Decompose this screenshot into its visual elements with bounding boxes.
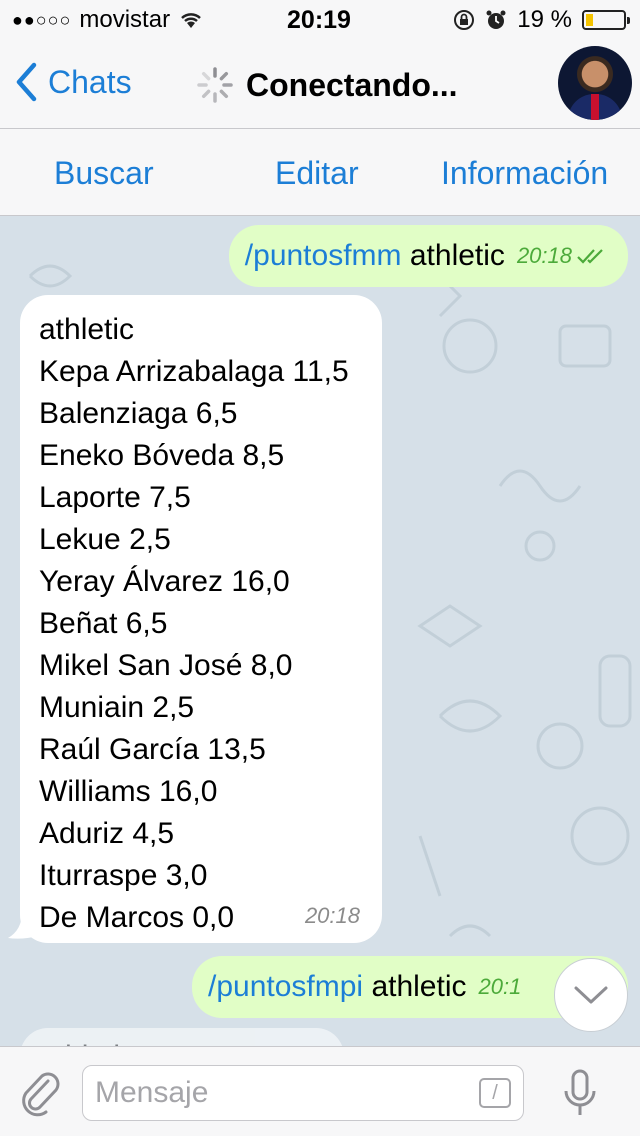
signal-strength-icon: ●●○○○: [12, 9, 72, 30]
navigation-bar: Chats Conectando...: [0, 40, 640, 128]
message-line: Iturraspe 3,0: [39, 859, 208, 892]
message-argument: athletic: [409, 239, 505, 272]
message-line: Kepa Arrizabalaga 11,5: [39, 355, 349, 388]
message-line: Raúl García 13,5: [39, 733, 266, 766]
chat-area[interactable]: /puntosfmm athletic 20:18 athletic Kepa …: [0, 216, 640, 1046]
message-line: Mikel San José 8,0: [39, 649, 293, 682]
message-line: Balenziaga 6,5: [39, 397, 238, 430]
carrier-name: movistar: [79, 6, 171, 33]
incoming-message[interactable]: athletic Kepa Arrizabalaga 11,5 Balenzia…: [20, 295, 382, 943]
message-line: Williams 16,0: [39, 775, 218, 808]
message-line: Muniain 2,5: [39, 691, 195, 724]
message-text: /puntosfmm athletic: [245, 239, 505, 273]
microphone-icon[interactable]: [562, 1069, 598, 1119]
message-input-bar: Mensaje /: [0, 1046, 640, 1136]
bot-command-link[interactable]: /puntosfmpi: [208, 970, 363, 1003]
message-meta: 20:18: [517, 243, 606, 269]
bot-command-link[interactable]: /puntosfmm: [245, 239, 402, 272]
message-text: /puntosfmpi athletic: [208, 970, 467, 1004]
search-button[interactable]: Buscar: [54, 155, 154, 192]
battery-icon: [581, 10, 630, 30]
status-bar: ●●○○○ movistar 20:19 19 %: [0, 0, 640, 40]
bot-commands-button[interactable]: /: [479, 1078, 511, 1108]
status-right: 19 %: [396, 6, 630, 34]
message-line: athletic: [39, 313, 135, 346]
message-argument: athletic: [371, 970, 467, 1003]
message-time: 20:18: [516, 243, 572, 268]
double-check-icon: [577, 249, 603, 264]
status-left: ●●○○○ movistar: [12, 6, 242, 34]
chat-title[interactable]: Conectando...: [196, 66, 458, 104]
outgoing-message[interactable]: /puntosfmm athletic 20:18: [228, 225, 628, 287]
message-time: 20:1: [478, 974, 522, 999]
avatar-shirt-stripe: [591, 94, 599, 120]
paperclip-icon[interactable]: [18, 1069, 62, 1117]
message-meta: 20:1: [479, 974, 522, 1000]
message-line: Yeray Álvarez 16,0: [39, 565, 290, 598]
orientation-lock-icon: [454, 10, 475, 30]
scroll-to-bottom-button[interactable]: [554, 958, 628, 1032]
message-input-placeholder: Mensaje: [95, 1076, 209, 1109]
status-time: 20:19: [287, 5, 351, 34]
back-label: Chats: [48, 63, 132, 100]
message-line: Aduriz 4,5: [39, 817, 175, 850]
message-line: Lekue 2,5: [39, 523, 171, 556]
message-line: Beñat 6,5: [39, 607, 168, 640]
chevron-left-icon: [16, 62, 37, 102]
chevron-down-icon: [574, 986, 608, 1004]
connection-status-title: Conectando...: [246, 66, 458, 103]
message-line: Eneko Bóveda 8,5: [39, 439, 285, 472]
battery-percent: 19 %: [517, 6, 572, 33]
wifi-icon: [181, 13, 201, 28]
avatar[interactable]: [558, 46, 632, 120]
message-input[interactable]: Mensaje /: [82, 1065, 524, 1121]
incoming-message-partial[interactable]: athletic: [20, 1028, 344, 1046]
message-time: 20:18: [304, 903, 360, 928]
message-line: Laporte 7,5: [39, 481, 191, 514]
edit-button[interactable]: Editar: [275, 155, 359, 192]
info-button[interactable]: Información: [441, 155, 608, 192]
battery-level: [585, 14, 593, 26]
action-bar: Buscar Editar Información: [0, 128, 640, 216]
loading-spinner-icon: [197, 67, 233, 103]
back-button[interactable]: Chats: [14, 62, 132, 102]
alarm-icon: [486, 10, 506, 29]
